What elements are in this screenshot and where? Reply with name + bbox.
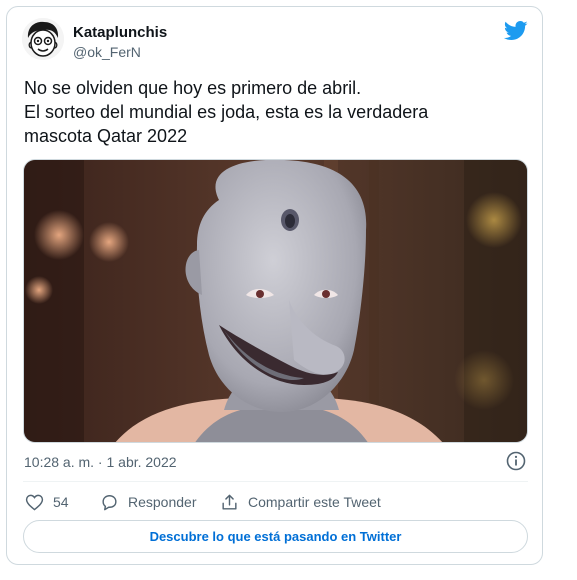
tweet-text-line: No se olviden que hoy es primero de abri… xyxy=(24,78,362,98)
divider xyxy=(23,481,528,482)
info-icon[interactable] xyxy=(506,451,526,471)
display-name[interactable]: Kataplunchis xyxy=(73,24,167,41)
like-button[interactable]: 54 xyxy=(25,491,69,513)
tweet-card: Kataplunchis @ok_FerN No se olviden que … xyxy=(6,6,543,565)
tweet-timestamp[interactable]: 10:28 a. m. · 1 abr. 2022 xyxy=(24,454,177,470)
tweet-text: No se olviden que hoy es primero de abri… xyxy=(24,76,524,148)
tweet-photo[interactable] xyxy=(23,159,528,443)
heart-icon xyxy=(25,494,44,511)
share-label: Compartir este Tweet xyxy=(248,494,381,510)
reply-label: Responder xyxy=(128,494,197,510)
tweet-text-line: mascota Qatar 2022 xyxy=(24,126,188,146)
user-handle[interactable]: @ok_FerN xyxy=(73,44,141,60)
avatar-cartoon-icon xyxy=(22,18,64,60)
twitter-bird-icon[interactable] xyxy=(504,21,528,41)
speech-bubble-icon xyxy=(102,494,117,510)
reply-button[interactable]: Responder xyxy=(100,491,197,513)
like-count: 54 xyxy=(53,494,69,510)
avatar[interactable] xyxy=(22,18,64,60)
tweet-text-line: El sorteo del mundial es joda, esta es l… xyxy=(24,102,429,122)
mascot-photo xyxy=(24,160,527,442)
discover-twitter-button[interactable]: Descubre lo que está pasando en Twitter xyxy=(23,520,528,553)
share-icon xyxy=(222,494,237,510)
share-button[interactable]: Compartir este Tweet xyxy=(220,491,381,513)
